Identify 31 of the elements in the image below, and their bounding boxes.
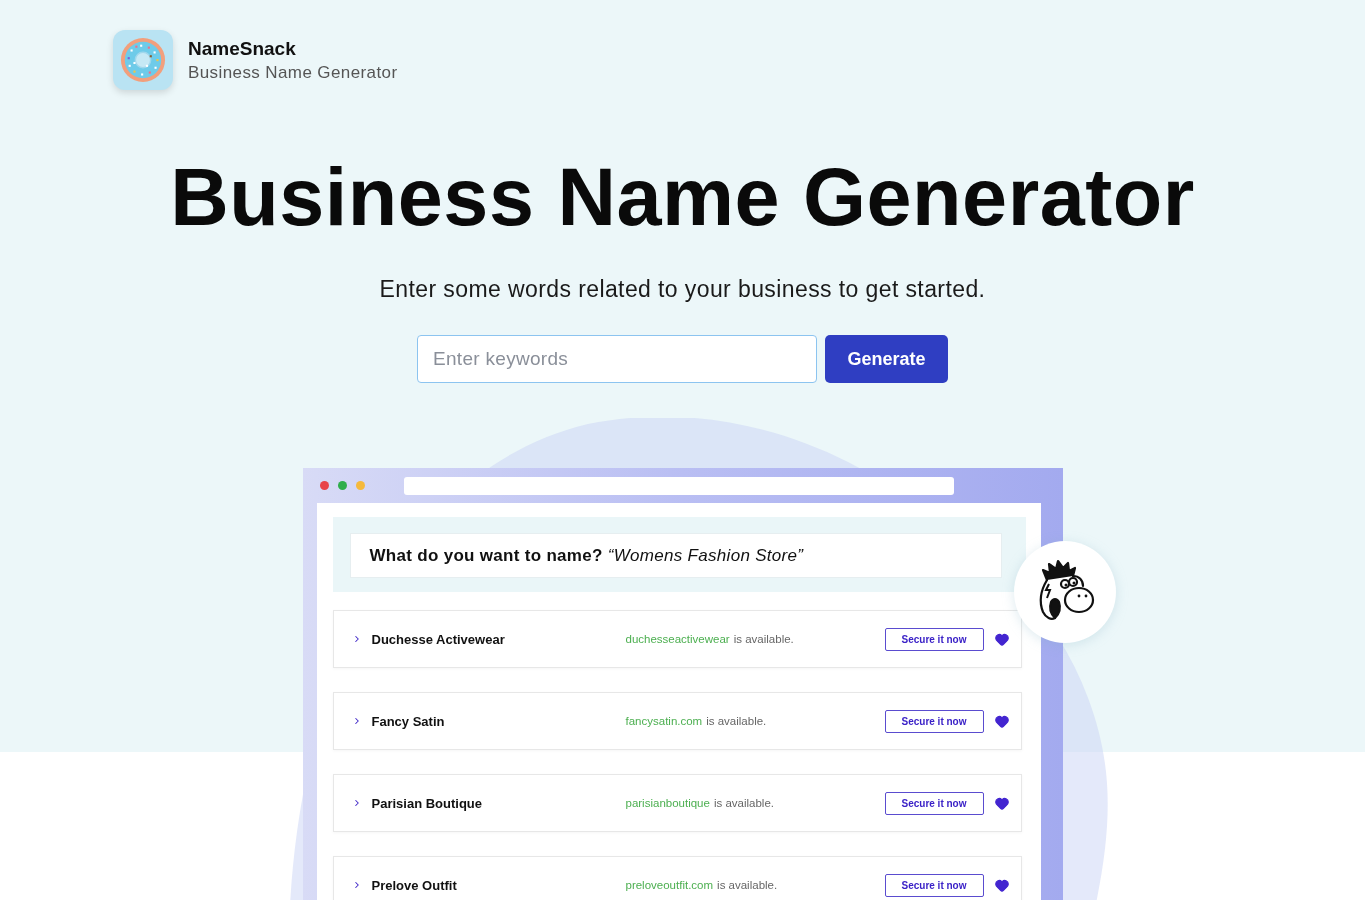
heart-icon[interactable] <box>993 631 1010 647</box>
result-name: Prelove Outfit <box>371 877 458 893</box>
brand-name: NameSnack <box>188 37 297 60</box>
secure-button[interactable]: Secure it now <box>884 709 984 733</box>
window-dot-icon <box>337 481 347 490</box>
secure-button[interactable]: Secure it now <box>884 791 984 815</box>
window-dot-icon <box>319 481 329 490</box>
secure-button[interactable]: Secure it now <box>884 627 984 651</box>
secure-button[interactable]: Secure it now <box>884 873 984 897</box>
page-title: Business Name Generator <box>169 152 1196 242</box>
brand-tagline: Business Name Generator <box>188 62 398 83</box>
window-dot-icon <box>355 481 365 490</box>
result-name: Fancy Satin <box>371 713 446 729</box>
result-row[interactable]: Fancy Satin fancysatin.com is available. Secure it now <box>332 692 1022 750</box>
result-row[interactable]: Prelove Outfit preloveoutfit.com is available. Secure it now <box>332 856 1022 900</box>
availability-status: is available. <box>713 797 774 809</box>
availability-status: is available. <box>706 715 767 727</box>
result-name: Parisian Boutique <box>371 795 484 811</box>
question-text: What do you want to name? “Womens Fashion Store” <box>349 533 1002 578</box>
result-row[interactable]: Parisian Boutique parisianboutique is available. Secure it now <box>332 774 1022 832</box>
heart-icon[interactable] <box>993 795 1010 811</box>
donut-logo-icon <box>113 30 173 90</box>
heart-icon[interactable] <box>993 877 1010 893</box>
generate-button[interactable]: Generate <box>825 335 948 383</box>
keywords-input[interactable]: Enter keywords <box>417 335 817 383</box>
result-name: Duchesse Activewear <box>371 631 506 647</box>
heart-icon[interactable] <box>993 713 1010 729</box>
availability-status: is available. <box>733 633 794 645</box>
result-row[interactable]: Duchesse Activewear duchesseactivewear is available. Secure it now <box>332 610 1022 668</box>
page-subtitle: Enter some words related to your business to get started. <box>378 275 987 304</box>
availability-status: is available. <box>717 879 778 891</box>
